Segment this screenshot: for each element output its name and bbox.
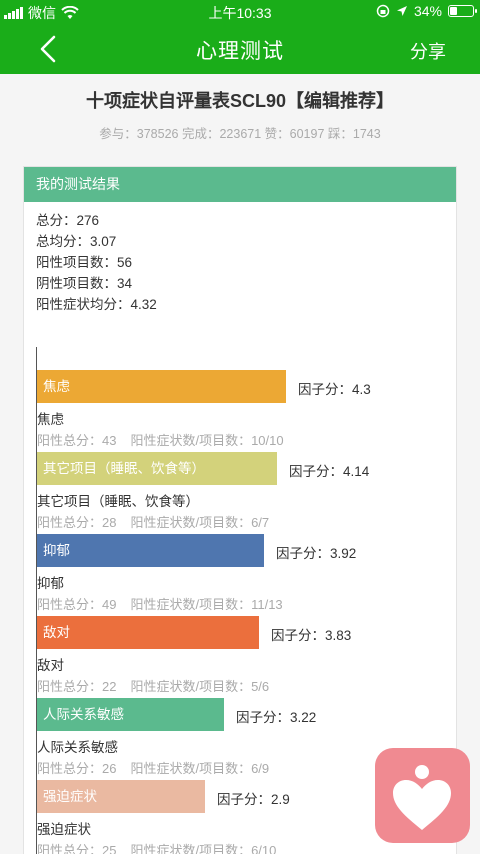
factor-positive-total: 阳性总分：26 [37,761,117,776]
factor-bar: 强迫症状 [37,780,205,813]
page-title: 心理测试 [196,40,284,63]
test-stats: 参与：378526 完成：223671 赞：60197 踩：1743 [99,127,381,141]
factor-score: 因子分：2.9 [217,792,290,807]
status-right: 34% [376,3,477,19]
summary-negative-items: 阴性项目数：34 [36,276,133,291]
factor-item: 敌对 因子分：3.83 敌对 阳性总分：22 阳性症状数/项目数：5/6 [37,616,457,698]
factor-item: 其它项目（睡眠、饮食等） 因子分：4.14 其它项目（睡眠、饮食等） 阳性总分：… [37,452,457,534]
factor-positive-ratio: 阳性症状数/项目数：6/7 [130,515,270,530]
factor-detail: 阳性总分：25 阳性症状数/项目数：6/10 [37,840,290,854]
factor-score: 因子分：3.92 [276,546,357,561]
factor-bar: 抑郁 [37,534,264,567]
factor-positive-total: 阳性总分：49 [37,597,117,612]
factor-score: 因子分：3.83 [271,628,352,643]
factor-positive-ratio: 阳性症状数/项目数：11/13 [130,597,283,612]
result-summary: 总分：276 总均分：3.07 阳性项目数：56 阴性项目数：34 阳性症状均分… [36,210,157,315]
rotation-lock-icon [376,4,390,18]
factor-bar: 焦虑 [37,370,286,403]
factor-bar: 敌对 [37,616,259,649]
factor-name: 焦虑 [37,412,64,427]
factor-positive-ratio: 阳性症状数/项目数：5/6 [130,679,270,694]
heart-person-icon [393,765,451,830]
factor-positive-total: 阳性总分：43 [37,433,117,448]
nav-bar: 心理测试 分享 [0,24,480,74]
share-button[interactable]: 分享 [410,38,446,64]
factor-name: 敌对 [37,658,64,673]
factor-score: 因子分：4.14 [289,464,370,479]
factor-positive-total: 阳性总分：28 [37,515,117,530]
summary-total-score: 总分：276 [36,213,100,228]
location-icon [396,6,407,16]
status-bar: 微信 上午10:33 34% [0,0,480,24]
factor-positive-ratio: 阳性症状数/项目数：6/9 [130,761,270,776]
factor-detail: 阳性总分：22 阳性症状数/项目数：5/6 [37,676,283,695]
factor-positive-total: 阳性总分：25 [37,843,117,854]
factor-positive-total: 阳性总分：22 [37,679,117,694]
factor-bar: 人际关系敏感 [37,698,224,731]
factor-score: 因子分：3.22 [236,710,317,725]
factor-detail: 阳性总分：43 阳性症状数/项目数：10/10 [37,430,298,449]
factor-bar: 其它项目（睡眠、饮食等） [37,452,277,485]
factor-score: 因子分：4.3 [298,382,371,397]
summary-positive-average: 阳性症状均分：4.32 [36,297,157,312]
battery-icon [448,5,477,17]
factor-name: 人际关系敏感 [37,740,118,755]
factor-positive-ratio: 阳性症状数/项目数：10/10 [130,433,284,448]
factor-detail: 阳性总分：49 阳性症状数/项目数：11/13 [37,594,297,613]
factor-positive-ratio: 阳性症状数/项目数：6/10 [130,843,277,854]
result-card-header: 我的测试结果 [24,167,456,202]
test-title: 十项症状自评量表SCL90【编辑推荐】 [85,91,395,111]
test-header: 十项症状自评量表SCL90【编辑推荐】 参与：378526 完成：223671 … [0,74,480,166]
factor-detail: 阳性总分：26 阳性症状数/项目数：6/9 [37,758,283,777]
factor-item: 焦虑 因子分：4.3 焦虑 阳性总分：43 阳性症状数/项目数：10/10 [37,370,457,452]
floating-app-button[interactable] [375,748,470,843]
factor-detail: 阳性总分：28 阳性症状数/项目数：6/7 [37,512,283,531]
factor-item: 抑郁 因子分：3.92 抑郁 阳性总分：49 阳性症状数/项目数：11/13 [37,534,457,616]
factor-name: 其它项目（睡眠、饮食等） [37,494,199,509]
battery-percent: 34% [413,3,442,19]
factor-name: 抑郁 [37,576,64,591]
summary-average-score: 总均分：3.07 [36,234,117,249]
summary-positive-items: 阳性项目数：56 [36,255,133,270]
factor-name: 强迫症状 [37,822,91,837]
